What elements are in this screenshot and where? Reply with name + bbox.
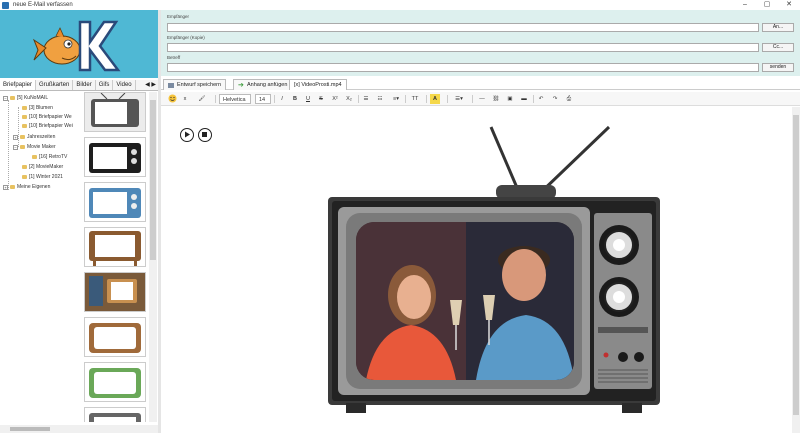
tree-node[interactable]: [10] Briefpapier We (22, 113, 72, 121)
cc-label: Empfänger (Kopie) (167, 35, 205, 40)
expand-icon[interactable]: + (13, 134, 18, 140)
thumbnail-list (82, 92, 148, 422)
window-title: neue E-Mail verfassen (13, 2, 73, 8)
link-icon[interactable]: ⛓ (491, 94, 501, 104)
save-draft-button[interactable]: Entwurf speichern (163, 79, 227, 90)
tree-node[interactable]: [3] Blumen (22, 104, 53, 112)
tree-node[interactable]: + Meine Eigenen (3, 183, 50, 191)
size-select[interactable]: 14 (255, 94, 271, 104)
table-icon[interactable]: ☰▾ (452, 94, 466, 104)
tab-briefpapier[interactable]: Briefpapier (0, 80, 37, 90)
font-size-button[interactable]: TT (408, 94, 422, 104)
list-ordered-icon[interactable]: ☰ (361, 94, 371, 104)
thumbnail-scrollbar[interactable] (149, 92, 157, 422)
folder-icon (22, 106, 27, 110)
tab-bilder[interactable]: Bilder (73, 80, 96, 90)
redo-icon[interactable]: ↷ (550, 94, 560, 104)
tree-node[interactable]: − Movie Maker (13, 143, 56, 151)
tree-node[interactable]: [1] Winter 2021 (22, 173, 63, 181)
tree-node[interactable]: − [5] KuNoMAIL (3, 94, 48, 102)
thumbnail-tv-partial[interactable] (84, 407, 146, 422)
mail-header: Empfänger An... Empfänger (Kopie) Cc... … (161, 10, 800, 76)
bold-button[interactable]: B (291, 94, 299, 104)
hr-icon[interactable]: — (477, 94, 487, 104)
floppy-icon (168, 82, 174, 88)
category-tree: − [5] KuNoMAIL [3] Blumen [10] Briefpapi… (0, 92, 82, 422)
message-editor[interactable] (161, 107, 792, 433)
undo-icon[interactable]: ↶ (536, 94, 546, 104)
tab-grusskarten[interactable]: Grußkarten (36, 80, 74, 90)
emoji-icon[interactable] (167, 94, 177, 104)
font-select[interactable]: Helvetica (219, 94, 251, 104)
cc-input[interactable] (167, 43, 759, 52)
list-bullet-icon[interactable]: ☷ (375, 94, 385, 104)
tab-scroll-arrows[interactable]: ◀ ▶ (143, 80, 158, 90)
folder-icon (22, 175, 27, 179)
folder-icon (22, 115, 27, 119)
align-icon[interactable]: ≡▾ (389, 94, 403, 104)
folder-icon (10, 185, 15, 189)
play-button[interactable] (180, 128, 194, 142)
tree-node[interactable]: + Jahreszeiten (13, 133, 55, 141)
to-input[interactable] (167, 23, 759, 32)
left-horizontal-scrollbar[interactable] (0, 425, 158, 433)
retro-tv-video[interactable] (326, 125, 662, 415)
tree-node[interactable]: [10] Briefpapier Wei (22, 122, 73, 130)
collapse-icon[interactable]: − (13, 144, 18, 150)
thumbnail-tv-brown[interactable] (84, 317, 146, 357)
strike-button[interactable]: S (317, 94, 325, 104)
app-icon (2, 1, 9, 9)
close-button[interactable]: ✕ (778, 0, 800, 10)
format-toolbar: x 🖌 Helvetica 14 I B U S X² X₂ ☰ ☷ ≡▾ TT… (161, 92, 800, 106)
attachment-tab[interactable]: [x] VideoProsti.mp4 (289, 79, 347, 90)
folder-icon (32, 155, 37, 159)
action-tabs: Entwurf speichern ➔ Anhang anfügen [x] V… (161, 78, 800, 90)
tab-video[interactable]: Video (113, 80, 136, 90)
app-logo (0, 10, 158, 78)
thumbnail-tv-wood[interactable] (84, 227, 146, 267)
folder-icon (20, 135, 25, 139)
italic-button[interactable]: I (278, 94, 286, 104)
subject-input[interactable] (167, 63, 759, 72)
thumbnail-tv-blue[interactable] (84, 182, 146, 222)
image-icon[interactable]: ▣ (505, 94, 515, 104)
left-tabbar: Briefpapier Grußkarten Bilder Gifs Video… (0, 80, 158, 91)
print-icon[interactable]: ⎙ (564, 94, 574, 104)
tab-gifs[interactable]: Gifs (96, 80, 114, 90)
thumbnail-tv-black[interactable] (84, 137, 146, 177)
folder-icon (10, 96, 15, 100)
thumbnail-tv-gray[interactable] (84, 92, 146, 132)
to-label: Empfänger (167, 14, 190, 19)
font-color-button[interactable]: A (430, 94, 440, 104)
folder-icon (22, 124, 27, 128)
thumbnail-tv-green[interactable] (84, 362, 146, 402)
stop-button[interactable] (198, 128, 212, 142)
subscript-button[interactable]: X₂ (344, 94, 354, 104)
maximize-button[interactable]: ▢ (756, 0, 778, 10)
underline-button[interactable]: U (304, 94, 312, 104)
tree-node[interactable]: [16] RetroTV (32, 153, 67, 161)
arrow-right-icon: ➔ (238, 81, 244, 89)
minimize-button[interactable]: – (734, 0, 756, 10)
send-button[interactable]: senden (762, 63, 794, 72)
title-bar: neue E-Mail verfassen – ▢ ✕ (0, 0, 800, 10)
editor-scrollbar[interactable] (792, 107, 800, 433)
to-button[interactable]: An... (762, 23, 794, 32)
cc-button[interactable]: Cc... (762, 43, 794, 52)
expand-icon[interactable]: + (3, 184, 8, 190)
folder-icon (20, 145, 25, 149)
superscript-button[interactable]: X² (330, 94, 340, 104)
brush-icon[interactable]: 🖌 (195, 94, 209, 104)
subject-label: Betreff (167, 55, 181, 60)
folder-icon (22, 165, 27, 169)
collapse-icon[interactable]: − (3, 95, 8, 101)
thumbnail-tv-room[interactable] (84, 272, 146, 312)
clear-format-button[interactable]: x (181, 94, 189, 104)
video-icon[interactable]: ▬ (519, 94, 529, 104)
attach-button[interactable]: ➔ Anhang anfügen (233, 79, 293, 90)
tree-node[interactable]: [2] MovieMaker (22, 163, 63, 171)
